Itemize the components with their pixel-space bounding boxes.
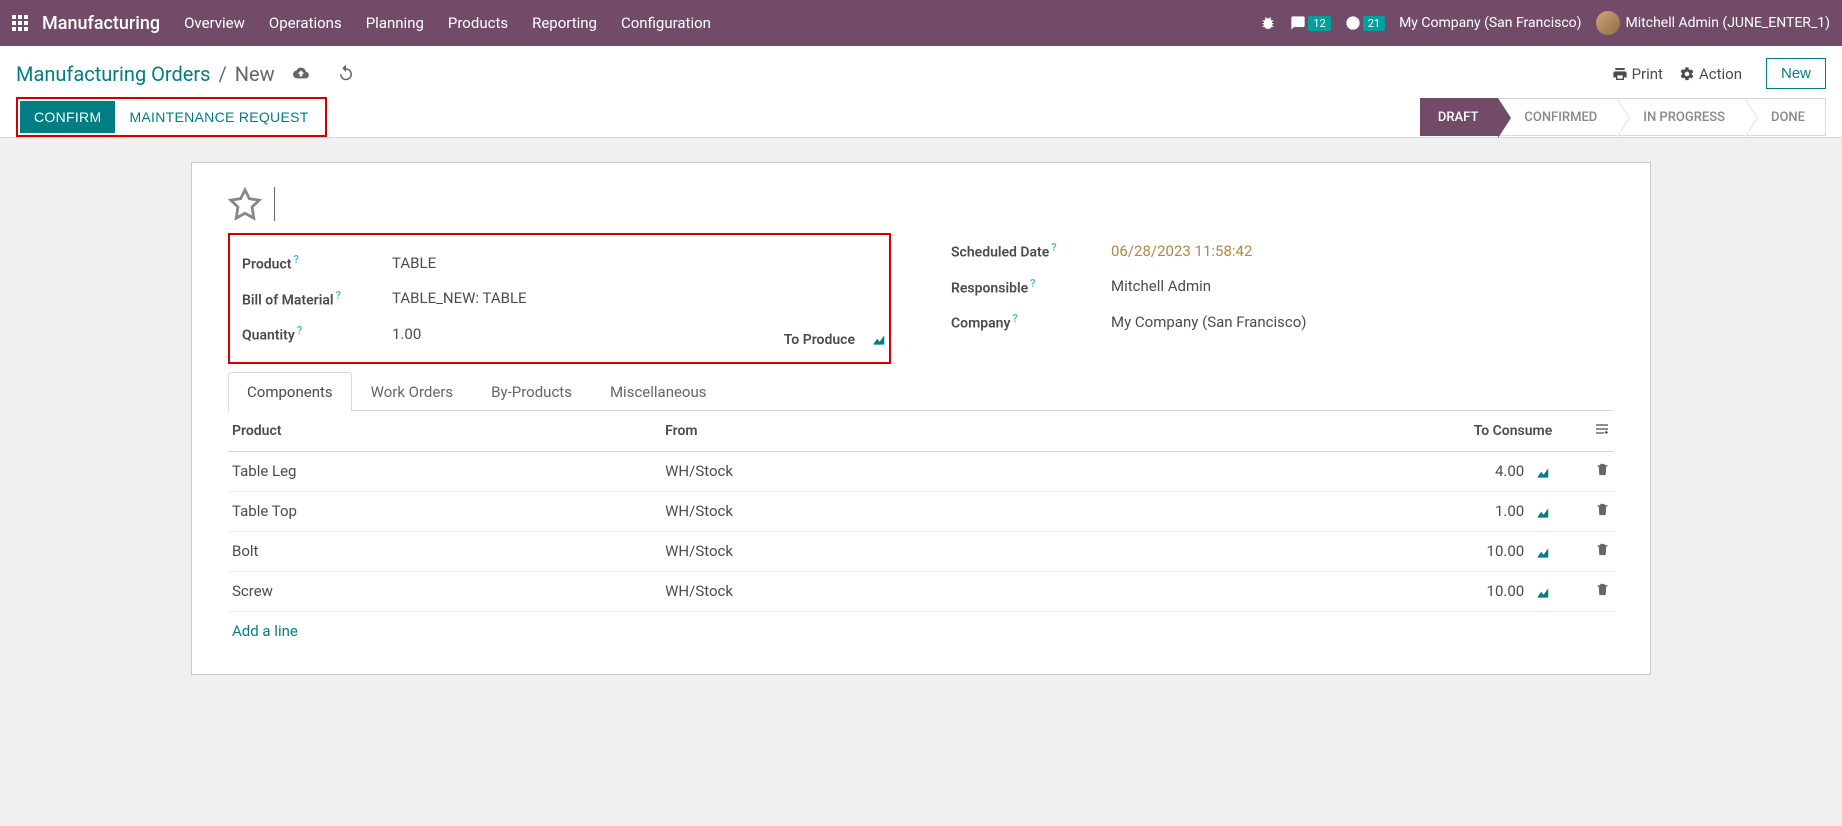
tabs: Components Work Orders By-Products Misce… [228, 372, 1614, 411]
discard-icon[interactable] [337, 62, 355, 86]
bom-label: Bill of Material? [242, 289, 392, 309]
user-menu[interactable]: Mitchell Admin (JUNE_ENTER_1) [1596, 11, 1830, 35]
user-name: Mitchell Admin (JUNE_ENTER_1) [1626, 15, 1830, 31]
confirm-button[interactable]: CONFIRM [20, 101, 115, 133]
status-draft[interactable]: DRAFT [1420, 98, 1499, 136]
cell-product[interactable]: Bolt [228, 531, 661, 571]
new-button[interactable]: New [1766, 58, 1826, 89]
col-from[interactable]: From [661, 411, 1239, 452]
messages-badge: 12 [1308, 16, 1330, 31]
nav-menu: Overview Operations Planning Products Re… [184, 14, 711, 32]
product-field[interactable]: TABLE [392, 254, 877, 272]
table-row[interactable]: Table LegWH/Stock4.00 [228, 451, 1614, 491]
statusbar: DRAFT CONFIRMED IN PROGRESS DONE [1420, 98, 1826, 136]
company-label: Company? [951, 312, 1111, 332]
cell-from[interactable]: WH/Stock [661, 451, 1239, 491]
nav-products[interactable]: Products [448, 14, 508, 32]
action-button[interactable]: Action [1679, 65, 1742, 83]
nav-planning[interactable]: Planning [366, 14, 424, 32]
quantity-label: Quantity? [242, 324, 392, 344]
action-buttons-highlight: CONFIRM MAINTENANCE REQUEST [16, 97, 327, 137]
tab-work-orders[interactable]: Work Orders [352, 372, 473, 411]
debug-icon[interactable] [1260, 15, 1276, 31]
bom-field[interactable]: TABLE_NEW: TABLE [392, 289, 877, 307]
to-produce-label: To Produce [784, 332, 855, 348]
forecast-icon[interactable] [1534, 466, 1552, 480]
tab-miscellaneous[interactable]: Miscellaneous [591, 372, 726, 411]
forecast-icon[interactable] [1534, 506, 1552, 520]
forecast-icon[interactable] [1534, 586, 1552, 600]
table-row[interactable]: BoltWH/Stock10.00 [228, 531, 1614, 571]
apps-icon[interactable] [12, 15, 28, 31]
nav-operations[interactable]: Operations [269, 14, 342, 32]
nav-configuration[interactable]: Configuration [621, 14, 711, 32]
topbar-right: 12 21 My Company (San Francisco) Mitchel… [1260, 11, 1830, 35]
nav-overview[interactable]: Overview [184, 14, 245, 32]
trash-icon[interactable] [1595, 462, 1610, 477]
cell-from[interactable]: WH/Stock [661, 571, 1239, 611]
breadcrumb: Manufacturing Orders / New [16, 62, 355, 86]
help-icon[interactable]: ? [1030, 277, 1035, 290]
help-icon[interactable]: ? [1012, 312, 1017, 325]
help-icon[interactable]: ? [297, 324, 302, 337]
status-in-progress[interactable]: IN PROGRESS [1617, 98, 1745, 136]
cp-buttons: Print Action New [1612, 58, 1826, 89]
activities-badge: 21 [1363, 16, 1385, 31]
control-panel: Manufacturing Orders / New Print Action … [0, 46, 1842, 138]
cell-product[interactable]: Table Top [228, 491, 661, 531]
cell-product[interactable]: Screw [228, 571, 661, 611]
tab-components[interactable]: Components [228, 372, 352, 411]
company-switcher[interactable]: My Company (San Francisco) [1399, 15, 1581, 31]
help-icon[interactable]: ? [293, 253, 298, 266]
form-sheet: Product? TABLE Bill of Material? TABLE_N… [191, 162, 1651, 675]
app-title[interactable]: Manufacturing [42, 13, 160, 34]
breadcrumb-current: New [235, 62, 275, 86]
forecast-icon[interactable] [1534, 546, 1552, 560]
product-label: Product? [242, 253, 392, 273]
help-icon[interactable]: ? [1051, 241, 1056, 254]
responsible-field[interactable]: Mitchell Admin [1111, 277, 1614, 295]
cell-to-consume[interactable]: 1.00 [1239, 491, 1557, 531]
maintenance-request-button[interactable]: MAINTENANCE REQUEST [115, 101, 322, 133]
table-row[interactable]: ScrewWH/Stock10.00 [228, 571, 1614, 611]
priority-star-icon[interactable] [228, 187, 262, 221]
trash-icon[interactable] [1595, 582, 1610, 597]
trash-icon[interactable] [1595, 542, 1610, 557]
trash-icon[interactable] [1595, 502, 1610, 517]
scheduled-date-field[interactable]: 06/28/2023 11:58:42 [1111, 242, 1614, 260]
title-cursor [274, 187, 275, 221]
cell-to-consume[interactable]: 4.00 [1239, 451, 1557, 491]
cell-product[interactable]: Table Leg [228, 451, 661, 491]
responsible-label: Responsible? [951, 277, 1111, 297]
tab-by-products[interactable]: By-Products [472, 372, 591, 411]
save-cloud-icon[interactable] [291, 62, 311, 86]
activities-icon[interactable]: 21 [1345, 15, 1385, 31]
status-confirmed[interactable]: CONFIRMED [1498, 98, 1617, 136]
table-row[interactable]: Table TopWH/Stock1.00 [228, 491, 1614, 531]
cell-from[interactable]: WH/Stock [661, 531, 1239, 571]
add-line-button[interactable]: Add a line [228, 612, 302, 650]
cell-from[interactable]: WH/Stock [661, 491, 1239, 531]
quantity-field[interactable]: 1.00 [392, 325, 421, 343]
company-field[interactable]: My Company (San Francisco) [1111, 313, 1614, 331]
cell-to-consume[interactable]: 10.00 [1239, 531, 1557, 571]
breadcrumb-root[interactable]: Manufacturing Orders [16, 62, 211, 86]
cell-to-consume[interactable]: 10.00 [1239, 571, 1557, 611]
components-table: Product From To Consume Table LegWH/Stoc… [228, 411, 1614, 612]
col-product[interactable]: Product [228, 411, 661, 452]
forecast-icon[interactable] [871, 333, 887, 347]
nav-reporting[interactable]: Reporting [532, 14, 597, 32]
scheduled-date-label: Scheduled Date? [951, 241, 1111, 261]
col-to-consume[interactable]: To Consume [1239, 411, 1557, 452]
avatar [1596, 11, 1620, 35]
messages-icon[interactable]: 12 [1290, 15, 1330, 31]
breadcrumb-sep: / [219, 62, 227, 86]
topbar: Manufacturing Overview Operations Planni… [0, 0, 1842, 46]
print-button[interactable]: Print [1612, 65, 1663, 83]
optional-columns-icon[interactable] [1594, 421, 1610, 437]
help-icon[interactable]: ? [336, 289, 341, 302]
